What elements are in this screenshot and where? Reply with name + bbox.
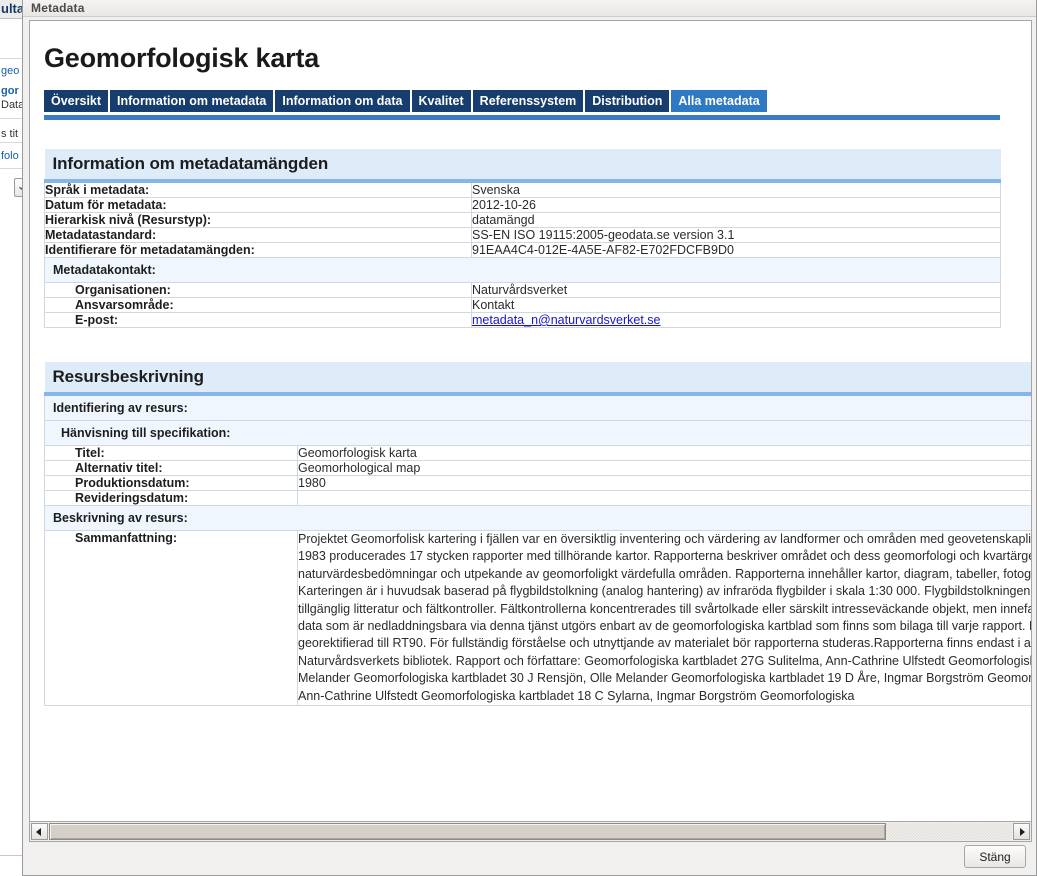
table-row: Identifierare för metadatamängden: 91EAA… — [44, 242, 1001, 258]
page-title: Geomorfologisk karta — [44, 43, 320, 73]
scrollbar-track[interactable] — [49, 823, 1012, 840]
tab-alla-metadata[interactable]: Alla metadata — [671, 90, 767, 112]
resource-section-table: Resursbeskrivning Identifiering av resur… — [43, 362, 1031, 707]
tab-oversikt[interactable]: Översikt — [44, 90, 109, 112]
field-value: Kontakt — [471, 297, 1001, 313]
tab-bar: Översikt Information om metadata Informati… — [44, 90, 1031, 112]
section-heading: Resursbeskrivning — [44, 362, 1031, 396]
metadata-section-table: Information om metadatamängden Språk i m… — [44, 149, 1001, 328]
dialog-scroll-viewport: Geomorfologisk karta Översikt Information… — [30, 21, 1031, 821]
field-value: 2012-10-26 — [471, 197, 1001, 213]
field-value: 91EAA4C4-012E-4A5E-AF82-E702FDCFB9D0 — [471, 242, 1001, 258]
table-row: E-post: metadata_n@naturvardsverket.se — [44, 312, 1001, 328]
field-value: Geomorhological map — [296, 460, 1031, 476]
dialog-titlebar: Metadata — [23, 0, 1036, 17]
field-label: Revideringsdatum: — [44, 490, 298, 506]
tab-referenssystem[interactable]: Referenssystem — [472, 90, 584, 112]
scroll-left-arrow-icon[interactable] — [31, 823, 48, 840]
field-value: datamängd — [471, 212, 1001, 228]
table-row: Språk i metadata: Svenska — [44, 180, 1001, 198]
section-header-row: Information om metadatamängden — [44, 149, 1001, 183]
field-value: Naturvårdsverket — [471, 282, 1001, 298]
field-label: Produktionsdatum: — [44, 475, 298, 491]
field-value: SS-EN ISO 19115:2005-geodata.se version … — [471, 227, 1001, 243]
group-label: Hänvisning till specifikation: — [43, 420, 1031, 446]
metadata-document: Geomorfologisk karta Översikt Information… — [30, 21, 1031, 707]
field-label: Ansvarsområde: — [44, 297, 472, 313]
table-row: Alternativ titel: Geomorhological map — [44, 460, 1031, 476]
field-label: Metadatastandard: — [44, 227, 472, 243]
metadata-dialog: Metadata Geomorfologisk karta Översikt In… — [22, 0, 1037, 876]
dialog-title: Metadata — [31, 1, 85, 15]
scroll-right-arrow-icon[interactable] — [1013, 823, 1030, 840]
table-row: Revideringsdatum: — [44, 490, 1031, 506]
table-row: Organisationen: Naturvårdsverket — [44, 282, 1001, 298]
field-value-email: metadata_n@naturvardsverket.se — [471, 312, 1001, 328]
group-row-hanvisning: Hänvisning till specifikation: — [43, 420, 1031, 446]
table-row: Titel: Geomorfologisk karta — [44, 445, 1031, 461]
field-label: Alternativ titel: — [44, 460, 298, 476]
field-label: Titel: — [44, 445, 298, 461]
table-row: Hierarkisk nivå (Resurstyp): datamängd — [44, 212, 1001, 228]
field-label: Hierarkisk nivå (Resurstyp): — [44, 212, 472, 228]
field-label: E-post: — [44, 312, 472, 328]
field-label: Språk i metadata: — [44, 180, 472, 198]
field-value: 1980 — [296, 475, 1031, 491]
horizontal-scrollbar[interactable] — [30, 821, 1031, 841]
field-label: Organisationen: — [44, 282, 472, 298]
tab-underline — [44, 115, 1000, 120]
field-value — [296, 490, 1031, 506]
section-heading: Information om metadatamängden — [44, 149, 1001, 183]
dialog-content-frame: Geomorfologisk karta Översikt Information… — [29, 20, 1032, 842]
section-header-row: Resursbeskrivning — [44, 362, 1031, 396]
group-row-identifiering: Identifiering av resurs: — [43, 393, 1031, 421]
group-label: Identifiering av resurs: — [43, 393, 1031, 421]
table-row: Metadatastandard: SS-EN ISO 19115:2005-g… — [44, 227, 1001, 243]
tab-information-om-data[interactable]: Information om data — [275, 90, 410, 112]
close-button[interactable]: Stäng — [964, 845, 1026, 868]
table-row: Produktionsdatum: 1980 — [44, 475, 1031, 491]
group-label: Beskrivning av resurs: — [43, 505, 1031, 531]
field-label: Identifierare för metadatamängden: — [44, 242, 472, 258]
field-value-abstract: Projektet Geomorfolisk kartering i fjäll… — [296, 529, 1031, 707]
field-value: Svenska — [471, 180, 1001, 198]
email-link[interactable]: metadata_n@naturvardsverket.se — [472, 313, 660, 327]
table-row: Datum för metadata: 2012-10-26 — [44, 197, 1001, 213]
field-label: Datum för metadata: — [44, 197, 472, 213]
group-row-beskrivning: Beskrivning av resurs: — [43, 505, 1031, 531]
group-row-metadatakontakt: Metadatakontakt: — [44, 257, 1001, 283]
tab-kvalitet[interactable]: Kvalitet — [411, 90, 471, 112]
table-row: Ansvarsområde: Kontakt — [44, 297, 1001, 313]
field-value: Geomorfologisk karta — [296, 445, 1031, 461]
dialog-footer: Stäng — [23, 843, 1036, 875]
scrollbar-thumb[interactable] — [49, 823, 886, 840]
table-row: Sammanfattning: Projektet Geomorfolisk k… — [44, 529, 1031, 707]
field-label: Sammanfattning: — [44, 529, 298, 707]
group-label: Metadatakontakt: — [44, 257, 1001, 283]
tab-distribution[interactable]: Distribution — [585, 90, 670, 112]
tab-information-om-metadata[interactable]: Information om metadata — [110, 90, 274, 112]
